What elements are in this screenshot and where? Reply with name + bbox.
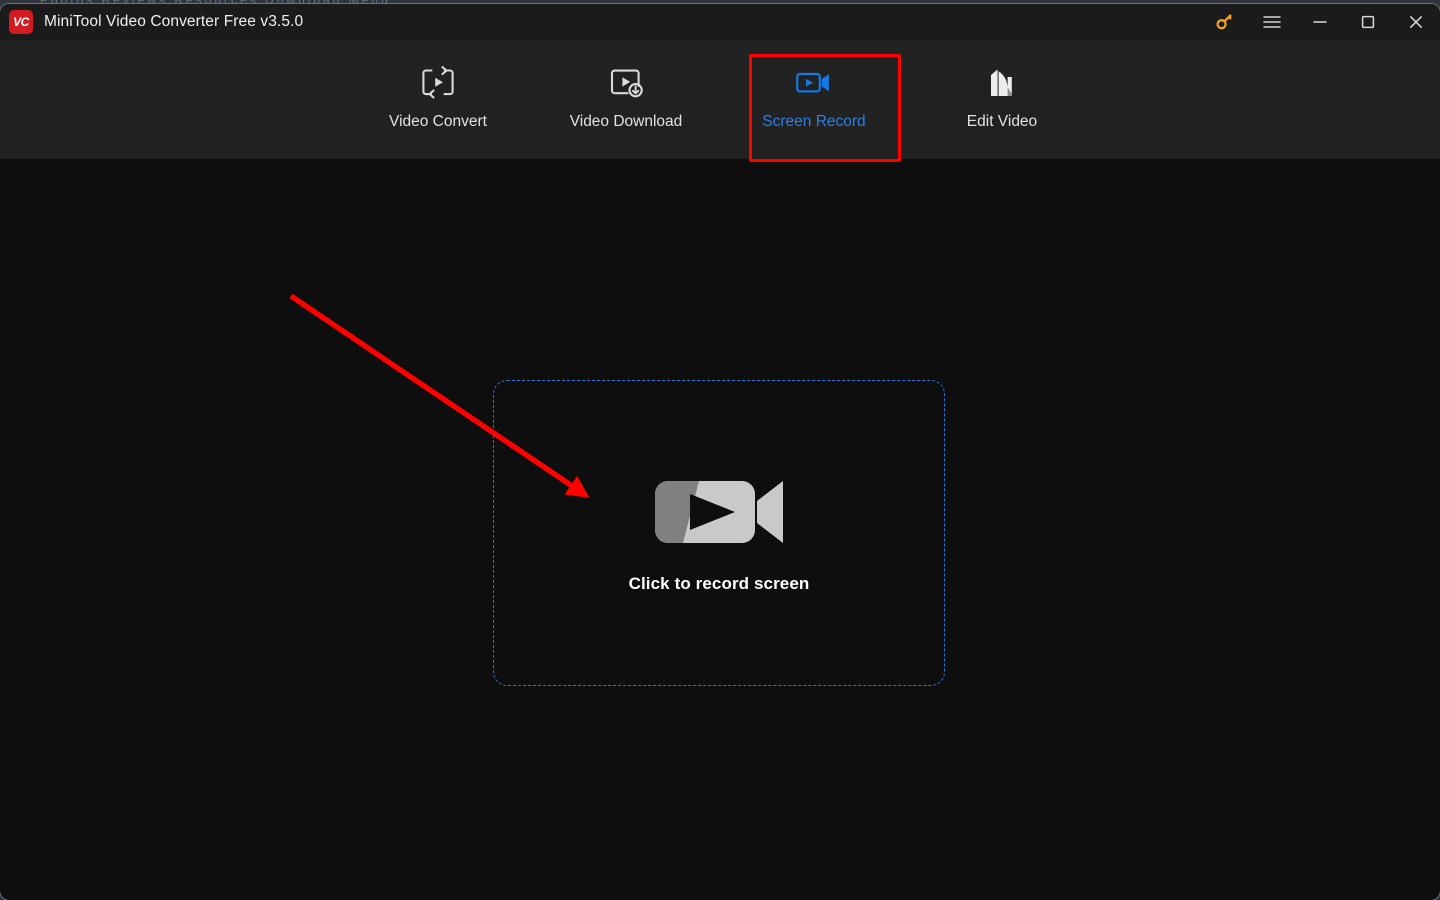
record-dropzone[interactable]: Click to record screen xyxy=(493,380,945,686)
title-bar: VC MiniTool Video Converter Free v3.5.0 xyxy=(0,4,1440,40)
main-content: Click to record screen xyxy=(0,159,1440,900)
edit-video-icon xyxy=(982,63,1022,103)
video-download-icon xyxy=(606,63,646,103)
screen-root: Photos Reviews Resources Download Menu V… xyxy=(0,0,1440,900)
key-icon xyxy=(1214,12,1234,32)
close-icon xyxy=(1406,12,1426,32)
app-window: VC MiniTool Video Converter Free v3.5.0 xyxy=(0,4,1440,900)
menu-button[interactable] xyxy=(1248,4,1296,40)
tab-edit-video-label: Edit Video xyxy=(967,113,1037,131)
video-convert-icon xyxy=(418,63,458,103)
tab-video-convert[interactable]: Video Convert xyxy=(346,40,530,159)
tab-video-download[interactable]: Video Download xyxy=(534,40,718,159)
tab-video-download-label: Video Download xyxy=(570,113,683,131)
maximize-button[interactable] xyxy=(1344,4,1392,40)
window-controls xyxy=(1200,4,1440,40)
app-logo-text: VC xyxy=(13,16,29,28)
window-title: MiniTool Video Converter Free v3.5.0 xyxy=(44,13,303,31)
tab-video-convert-label: Video Convert xyxy=(389,113,487,131)
minimize-button[interactable] xyxy=(1296,4,1344,40)
app-logo-icon: VC xyxy=(9,10,33,34)
tab-screen-record[interactable]: Screen Record xyxy=(722,40,906,159)
close-button[interactable] xyxy=(1392,4,1440,40)
maximize-icon xyxy=(1358,12,1378,32)
screen-record-icon xyxy=(793,63,835,103)
license-key-button[interactable] xyxy=(1200,4,1248,40)
main-tab-bar xyxy=(0,40,1440,159)
minimize-icon xyxy=(1310,12,1330,32)
camcorder-icon xyxy=(653,473,785,556)
tab-screen-record-label: Screen Record xyxy=(762,113,865,131)
record-dropzone-label: Click to record screen xyxy=(629,574,810,594)
tab-edit-video[interactable]: Edit Video xyxy=(906,40,1098,159)
hamburger-menu-icon xyxy=(1262,12,1282,32)
